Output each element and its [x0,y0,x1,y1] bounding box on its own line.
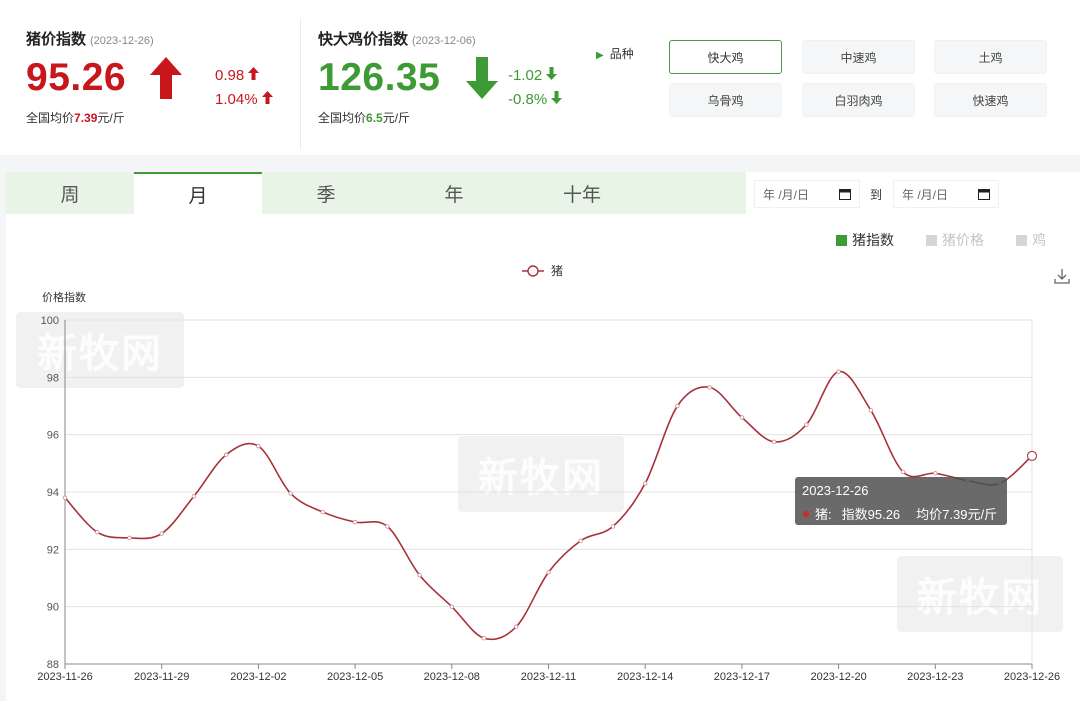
x-tick-label: 2023-12-23 [907,671,963,683]
data-point [191,494,197,499]
data-point [417,572,422,578]
data-point [127,535,132,541]
data-point [643,481,648,486]
data-point [288,491,293,496]
data-point [514,624,519,629]
data-point [449,604,454,609]
y-tick-label: 94 [47,487,59,499]
y-tick-label: 100 [41,315,59,327]
data-point [1026,450,1038,461]
legend-label: 猪 [551,264,563,278]
x-tick-label: 2023-12-14 [617,671,673,683]
data-point [352,519,358,525]
data-point [62,495,68,500]
x-tick-label: 2023-11-26 [37,671,92,683]
legend-marker [527,265,539,277]
tooltip-date: 2023-12-26 [802,483,869,498]
tooltip-series: 猪: [815,507,832,522]
y-tick-label: 88 [47,659,59,671]
data-point [868,408,874,413]
price-index-chart: 88 90 92 94 96 98 100 价格指数 2023-11-26 2023-11-29 2… [37,264,1060,683]
data-point [610,524,616,529]
tooltip-index: 指数95.26 [841,507,901,522]
data-point [739,415,745,420]
tooltip-row: 猪: 指数95.26 均价7.39元/斤 [799,504,1003,523]
x-tick-label: 2023-12-08 [424,671,480,683]
data-point [578,538,583,543]
data-point [804,422,809,427]
data-point [481,636,487,641]
x-tick-label: 2023-12-26 [1004,671,1060,683]
y-tick-label: 90 [47,602,59,614]
data-point [95,529,100,535]
chart-tooltip: 2023-12-26 猪: 指数95.26 均价7.39元/斤 [795,477,1007,525]
y-tick-label: 98 [47,372,59,384]
x-tick-label: 2023-11-29 [134,671,189,683]
y-tick-label: 96 [47,430,59,442]
x-tick-label: 2023-12-17 [714,671,770,683]
data-point [675,403,680,409]
data-point [385,524,390,529]
data-point [900,469,906,475]
tooltip-avg: 均价7.39元/斤 [916,507,998,522]
x-tick-label: 2023-12-20 [810,671,866,683]
x-tick-label: 2023-12-02 [230,671,286,683]
data-point [256,443,261,449]
x-tick-label: 2023-12-11 [521,671,576,683]
series-dot-icon [803,510,809,517]
data-point [836,369,841,374]
data-point [159,531,164,536]
data-point [707,385,712,390]
data-point [320,509,326,515]
x-tick-label: 2023-12-05 [327,671,383,683]
data-point [546,570,551,575]
y-tick-label: 92 [47,544,59,556]
data-point [933,471,938,476]
data-point [223,452,229,457]
data-point [771,439,777,445]
y-axis-label: 价格指数 [42,290,86,304]
